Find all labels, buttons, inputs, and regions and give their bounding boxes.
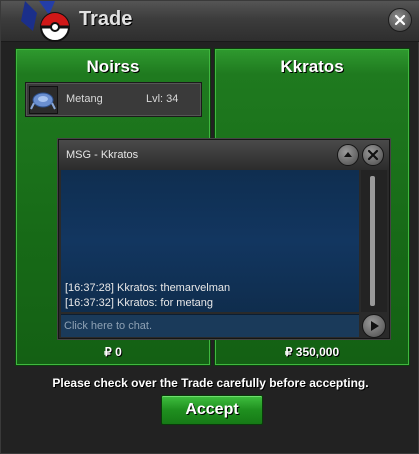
trade-window: Trade Noirss Metang Lvl: 34 ₽ 0 Kkratos … <box>0 0 419 454</box>
pokemon-level: Lvl: 34 <box>146 93 179 105</box>
window-close-button[interactable] <box>388 8 412 32</box>
chevron-up-icon <box>344 152 352 157</box>
player-name-right: Kkratos <box>280 57 344 76</box>
chat-input-placeholder: Click here to chat. <box>64 320 153 332</box>
money-left: ₽ 0 <box>104 345 122 359</box>
chat-header[interactable]: MSG - Kkratos <box>59 140 389 170</box>
chat-message-area: [16:37:28] Kkratos: themarvelman [16:37:… <box>61 170 359 312</box>
metang-icon <box>29 86 58 114</box>
chat-message: [16:37:32] Kkratos: for metang <box>65 297 213 309</box>
close-icon <box>394 14 406 26</box>
accept-button[interactable]: Accept <box>161 395 263 425</box>
chat-close-button[interactable] <box>362 144 384 166</box>
chat-scrollbar[interactable] <box>361 170 387 312</box>
scrollbar-thumb[interactable] <box>370 176 375 306</box>
window-title: Trade <box>79 8 133 30</box>
chat-message: [16:37:28] Kkratos: themarvelman <box>65 282 231 294</box>
chat-input[interactable]: Click here to chat. <box>61 314 359 337</box>
money-right: ₽ 350,000 <box>284 345 340 359</box>
trade-notice: Please check over the Trade carefully be… <box>52 376 369 390</box>
chat-window: MSG - Kkratos [16:37:28] Kkratos: themar… <box>58 139 390 339</box>
player-name-left: Noirss <box>86 57 140 76</box>
pokeball-logo-icon <box>21 1 70 42</box>
close-icon <box>367 149 379 161</box>
chat-minimize-button[interactable] <box>337 144 359 166</box>
title-bar[interactable]: Trade <box>1 1 419 42</box>
pokemon-slot[interactable]: Metang Lvl: 34 <box>25 82 202 117</box>
play-arrow-icon <box>371 321 379 331</box>
chat-title: MSG - Kkratos <box>66 149 139 161</box>
pokemon-name: Metang <box>66 93 103 105</box>
send-button[interactable] <box>362 314 386 338</box>
